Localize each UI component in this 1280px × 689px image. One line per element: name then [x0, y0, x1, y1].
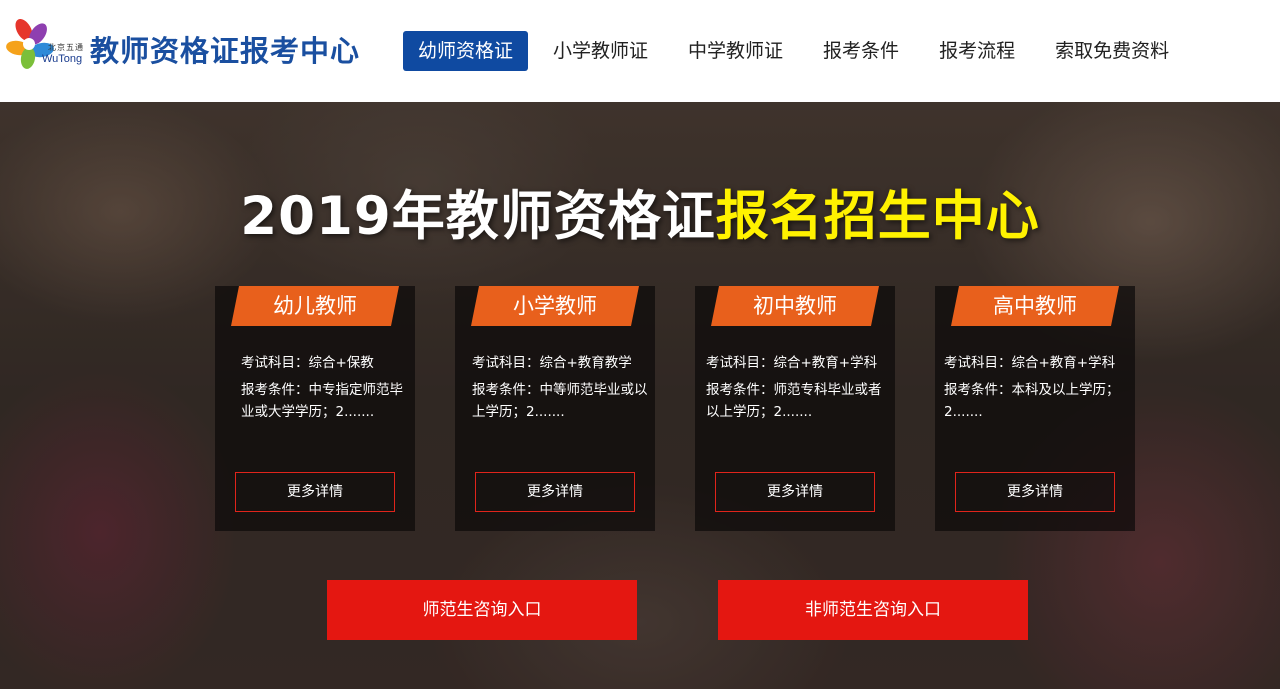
card-subjects: 考试科目：综合+教育教学: [472, 355, 632, 371]
more-details-button[interactable]: 更多详情: [235, 472, 395, 512]
card-senior-high-teacher: 高中教师 考试科目：综合+教育+学科 报考条件：本科及以上学历；2.......…: [935, 286, 1135, 531]
hero-title: 2019年教师资格证报名招生中心: [0, 174, 1280, 250]
card-tab: 小学教师: [471, 286, 639, 326]
card-body: 考试科目：综合+教育+学科 报考条件：本科及以上学历；2.......: [944, 352, 1132, 428]
hero-title-highlight: 报名招生中心: [715, 186, 1040, 247]
card-junior-high-teacher: 初中教师 考试科目：综合+教育+学科 报考条件：师范专科毕业或者以上学历；2..…: [695, 286, 895, 531]
nav-item-secondary-cert[interactable]: 中学教师证: [668, 31, 803, 71]
non-normal-student-consult-button[interactable]: 非师范生咨询入口: [718, 580, 1028, 640]
logo-en-text: WuTong: [42, 53, 83, 65]
main-nav: 幼师资格证 小学教师证 中学教师证 报考条件 报考流程 索取免费资料: [403, 31, 1189, 71]
site-logo[interactable]: 北京五通 WuTong: [4, 16, 84, 72]
card-body: 考试科目：综合+教育+学科 报考条件：师范专科毕业或者以上学历；2.......: [706, 352, 891, 428]
card-conditions: 报考条件：中专指定师范毕业或大学学历；2.......: [241, 381, 403, 421]
card-tab: 幼儿教师: [231, 286, 399, 326]
card-subjects: 考试科目：综合+保教: [241, 355, 374, 371]
card-title: 初中教师: [753, 294, 837, 318]
site-header: 北京五通 WuTong 教师资格证报考中心 幼师资格证 小学教师证 中学教师证 …: [0, 0, 1280, 102]
more-details-button[interactable]: 更多详情: [715, 472, 875, 512]
card-body: 考试科目：综合+教育教学 报考条件：中等师范毕业或以上学历；2.......: [472, 352, 652, 428]
card-subjects: 考试科目：综合+教育+学科: [944, 355, 1116, 371]
hero-banner: 2019年教师资格证报名招生中心 幼儿教师 考试科目：综合+保教 报考条件：中专…: [0, 102, 1280, 689]
card-title: 高中教师: [993, 294, 1077, 318]
more-details-button[interactable]: 更多详情: [475, 472, 635, 512]
more-details-button[interactable]: 更多详情: [955, 472, 1115, 512]
card-kindergarten-teacher: 幼儿教师 考试科目：综合+保教 报考条件：中专指定师范毕业或大学学历；2....…: [215, 286, 415, 531]
card-primary-teacher: 小学教师 考试科目：综合+教育教学 报考条件：中等师范毕业或以上学历；2....…: [455, 286, 655, 531]
nav-item-kindergarten-cert[interactable]: 幼师资格证: [403, 31, 529, 71]
nav-item-process[interactable]: 报考流程: [919, 31, 1035, 71]
card-tab: 初中教师: [711, 286, 879, 326]
hero-title-main: 2019年教师资格证: [240, 186, 716, 247]
nav-item-free-materials[interactable]: 索取免费资料: [1035, 31, 1189, 71]
card-body: 考试科目：综合+保教 报考条件：中专指定师范毕业或大学学历；2.......: [241, 352, 411, 428]
card-conditions: 报考条件：中等师范毕业或以上学历；2.......: [472, 381, 648, 421]
card-title: 小学教师: [513, 294, 597, 318]
nav-item-requirements[interactable]: 报考条件: [803, 31, 919, 71]
card-tab: 高中教师: [951, 286, 1119, 326]
card-title: 幼儿教师: [273, 294, 357, 318]
card-conditions: 报考条件：本科及以上学历；2.......: [944, 381, 1120, 421]
card-conditions: 报考条件：师范专科毕业或者以上学历；2.......: [706, 381, 882, 421]
normal-student-consult-button[interactable]: 师范生咨询入口: [327, 580, 637, 640]
site-title[interactable]: 教师资格证报考中心: [90, 28, 360, 70]
nav-item-primary-cert[interactable]: 小学教师证: [533, 31, 668, 71]
card-subjects: 考试科目：综合+教育+学科: [706, 355, 878, 371]
logo-cn-text: 北京五通: [48, 43, 84, 52]
